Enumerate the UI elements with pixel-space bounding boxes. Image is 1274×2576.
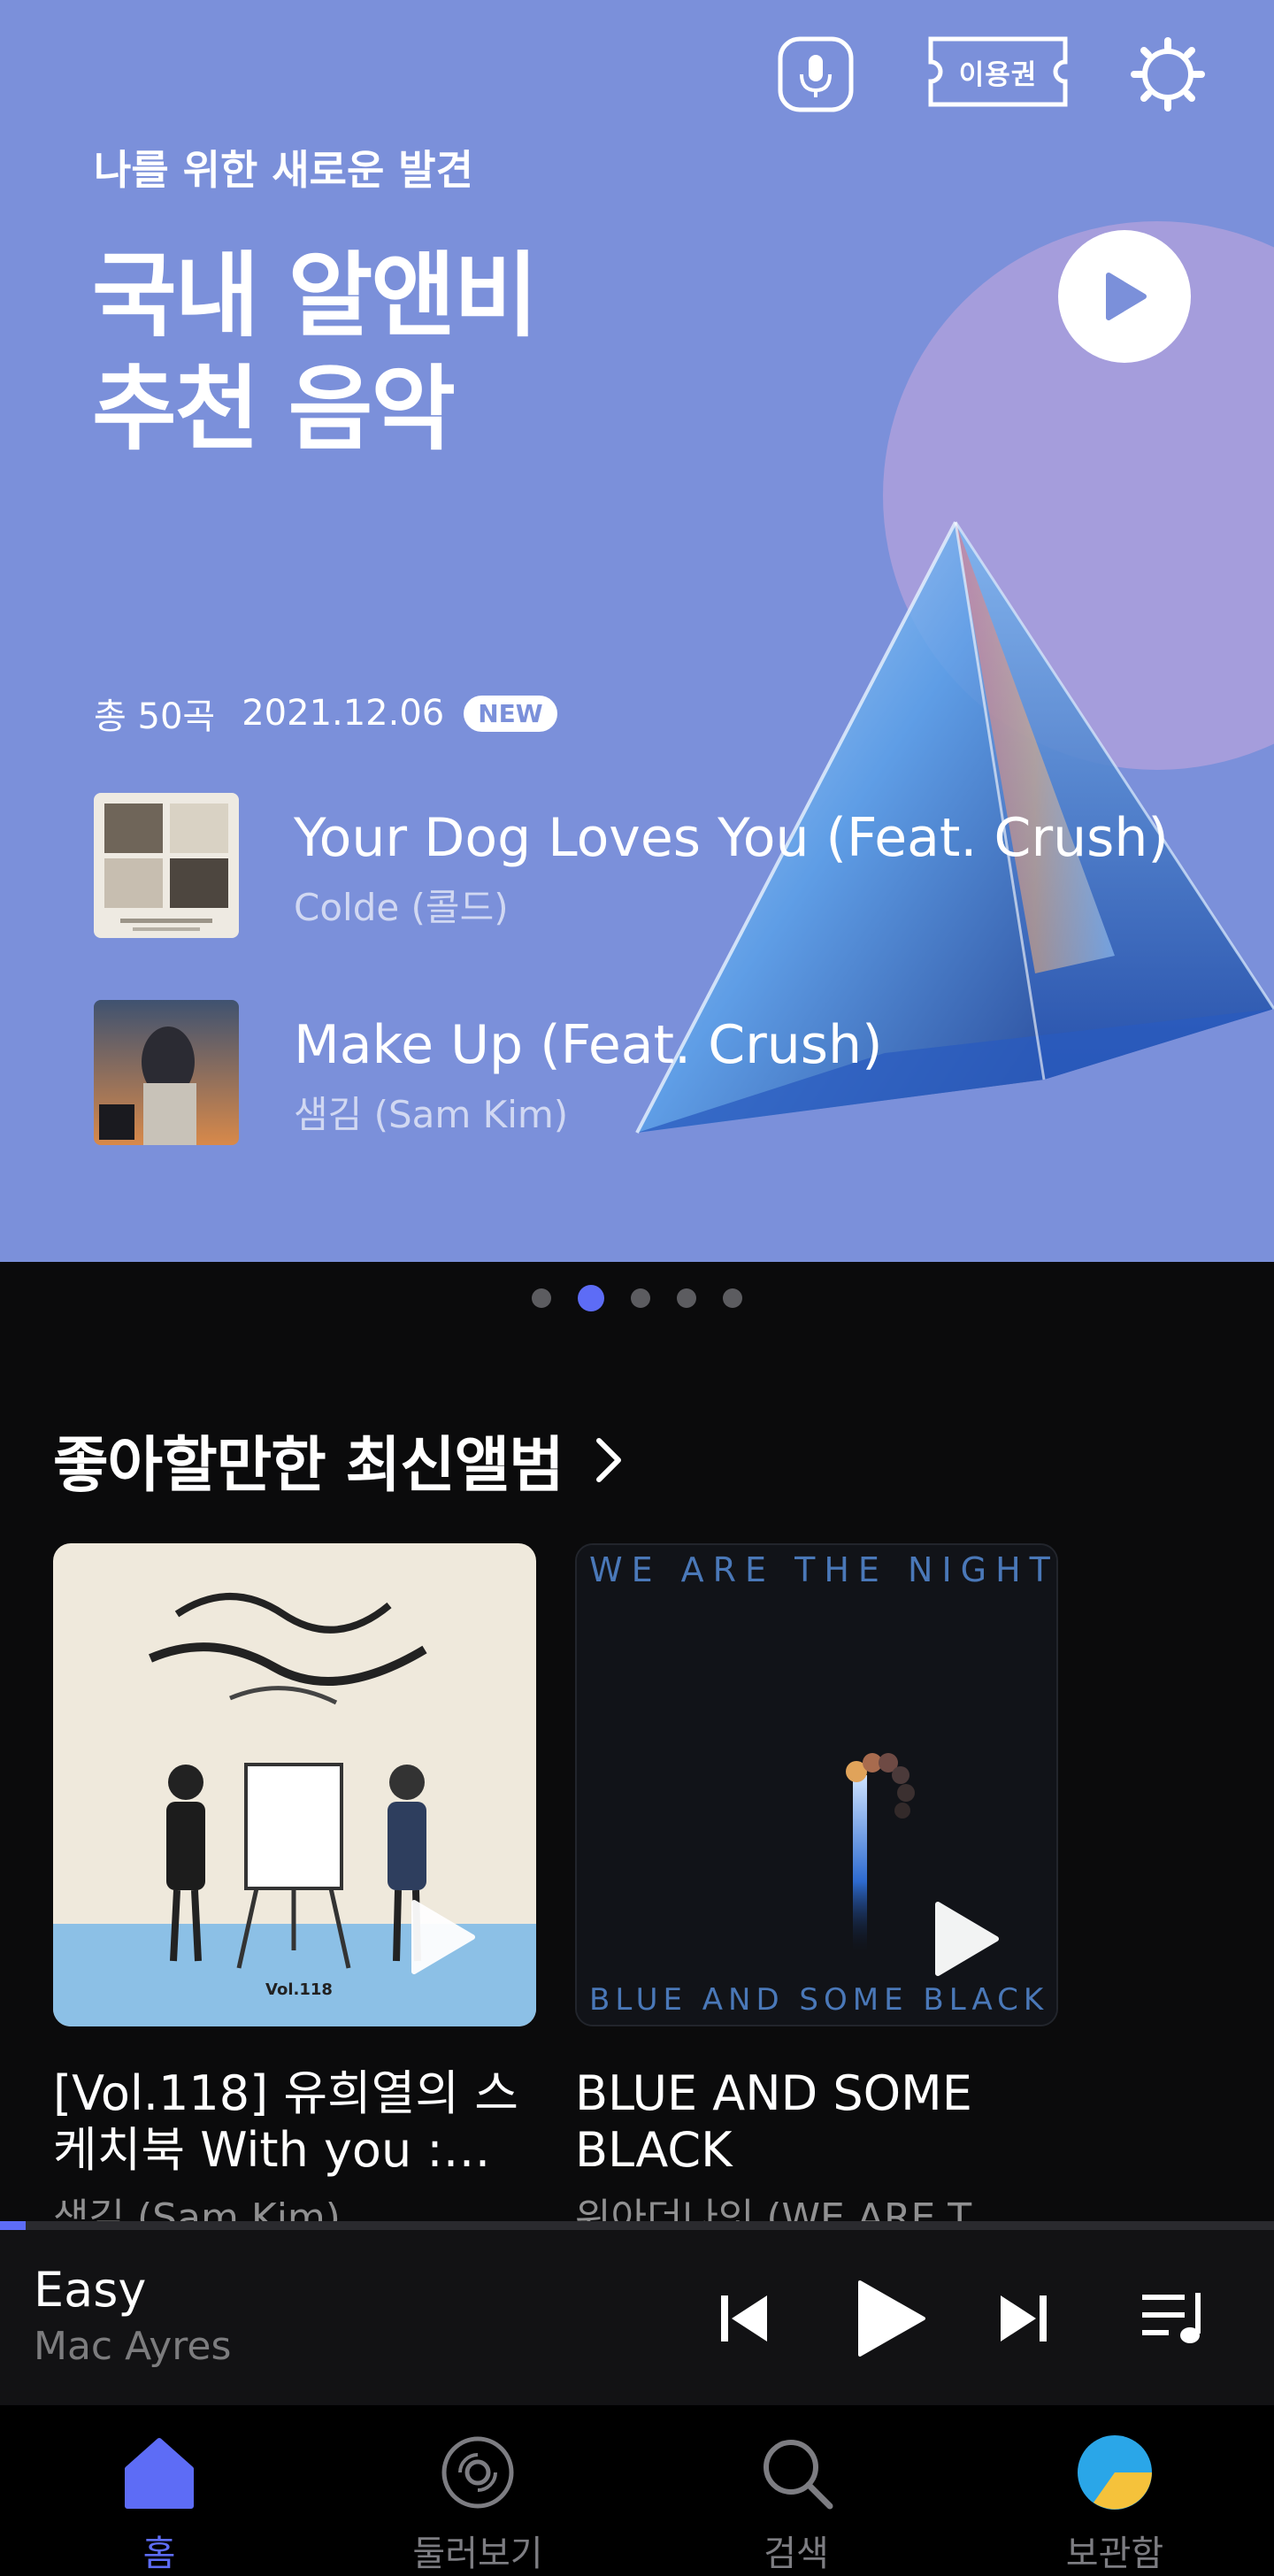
hero-title-line1: 국내 알앤비 bbox=[92, 242, 539, 350]
track-album-art bbox=[94, 1000, 239, 1145]
skip-back-icon bbox=[721, 2295, 767, 2341]
now-playing-artist: Mac Ayres bbox=[34, 2324, 232, 2369]
hero-play-button[interactable] bbox=[1058, 230, 1191, 363]
bottom-tab-bar: 홈 둘러보기 검색 보관함 bbox=[0, 2405, 1274, 2576]
album-cover: WE ARE THE NIGHT BLUE AND SOME BLACK bbox=[575, 1543, 1058, 2026]
ticket-label: 이용권 bbox=[958, 58, 1038, 91]
carousel-dot[interactable] bbox=[723, 1288, 742, 1308]
playback-progress-bar[interactable] bbox=[0, 2221, 1274, 2230]
track-artist: Colde (콜드) bbox=[294, 886, 509, 929]
tab-label: 보관함 bbox=[1065, 2534, 1164, 2574]
tab-home[interactable]: 홈 bbox=[0, 2405, 318, 2576]
library-icon bbox=[1072, 2430, 1157, 2514]
playlist-meta: 총 50곡 2021.12.06 NEW bbox=[94, 688, 557, 738]
album-cover: Vol.118 bbox=[53, 1543, 536, 2026]
track-artist: 샘김 (Sam Kim) bbox=[294, 1093, 569, 1136]
carousel-pagination bbox=[0, 1285, 1274, 1311]
new-albums-header[interactable]: 좋아할만한 최신앨범 bbox=[53, 1416, 625, 1503]
gear-icon bbox=[1131, 37, 1205, 111]
album-title: [Vol.118] 유희열의 스케치북 With you :… bbox=[53, 2065, 518, 2178]
microphone-icon bbox=[778, 36, 854, 112]
hero-title: 국내 알앤비 추천 음악 bbox=[92, 239, 539, 465]
hero-subtitle: 나를 위한 새로운 발견 bbox=[94, 146, 473, 194]
album-title: BLUE AND SOME BLACK bbox=[575, 2065, 972, 2178]
playlist-date: 2021.12.06 bbox=[242, 693, 445, 734]
carousel-dot[interactable] bbox=[677, 1288, 696, 1308]
track-album-art bbox=[94, 793, 239, 938]
subscription-ticket-button[interactable]: 이용권 bbox=[927, 35, 1069, 108]
section-title: 좋아할만한 최신앨범 bbox=[53, 1431, 564, 1501]
track-row[interactable]: Your Dog Loves You (Feat. Crush) Colde (… bbox=[94, 793, 1244, 938]
search-icon bbox=[754, 2430, 839, 2514]
skip-forward-icon bbox=[1001, 2295, 1047, 2341]
album-play-icon[interactable] bbox=[931, 1899, 1002, 1979]
next-button[interactable] bbox=[993, 2274, 1055, 2363]
tab-label: 둘러보기 bbox=[412, 2534, 543, 2574]
carousel-dot[interactable] bbox=[631, 1288, 650, 1308]
play-button[interactable] bbox=[846, 2274, 934, 2363]
now-playing-title: Easy bbox=[34, 2262, 147, 2318]
hero-title-line2: 추천 음악 bbox=[92, 355, 456, 463]
carousel-dot-active[interactable] bbox=[578, 1285, 604, 1311]
app-root: 이용권 나를 위한 새로운 발견 국내 알앤비 추천 음악 총 50곡 2021… bbox=[0, 0, 1274, 2576]
track-title: Make Up (Feat. Crush) bbox=[294, 1014, 883, 1076]
tab-label: 홈 bbox=[142, 2534, 176, 2574]
playlist-button[interactable] bbox=[1136, 2274, 1216, 2363]
disc-icon bbox=[435, 2430, 520, 2514]
track-count: 총 50곡 bbox=[94, 696, 216, 737]
album-card[interactable]: Vol.118 [Vol.118] 유희열의 스케치북 With you :… … bbox=[53, 1543, 536, 2242]
chevron-right-icon bbox=[595, 1437, 621, 1482]
album-card[interactable]: WE ARE THE NIGHT BLUE AND SOME BLACK BLU… bbox=[575, 1543, 1058, 2242]
tab-browse[interactable]: 둘러보기 bbox=[318, 2405, 637, 2576]
tab-library[interactable]: 보관함 bbox=[956, 2405, 1274, 2576]
tab-label: 검색 bbox=[764, 2534, 829, 2574]
tab-search[interactable]: 검색 bbox=[637, 2405, 956, 2576]
voice-search-button[interactable] bbox=[777, 35, 855, 113]
settings-button[interactable] bbox=[1129, 35, 1207, 113]
album-play-icon[interactable] bbox=[407, 1897, 478, 1977]
playback-progress-fill bbox=[0, 2221, 26, 2230]
track-title: Your Dog Loves You (Feat. Crush) bbox=[294, 807, 1169, 869]
play-icon bbox=[1106, 273, 1147, 320]
home-icon bbox=[117, 2430, 202, 2514]
queue-music-icon bbox=[1142, 2293, 1201, 2343]
track-row[interactable]: Make Up (Feat. Crush) 샘김 (Sam Kim) bbox=[94, 1000, 1244, 1145]
album-cover-bottom-text: BLUE AND SOME BLACK bbox=[589, 1982, 1049, 2018]
carousel-dot[interactable] bbox=[532, 1288, 551, 1308]
hero-banner[interactable]: 이용권 나를 위한 새로운 발견 국내 알앤비 추천 음악 총 50곡 2021… bbox=[0, 0, 1274, 1262]
new-badge: NEW bbox=[464, 695, 557, 732]
play-icon bbox=[858, 2280, 925, 2357]
hero-top-actions: 이용권 bbox=[743, 35, 1274, 113]
mini-player[interactable]: Easy Mac Ayres bbox=[0, 2221, 1274, 2405]
previous-button[interactable] bbox=[713, 2274, 775, 2363]
album-cover-top-text: WE ARE THE NIGHT bbox=[589, 1550, 1058, 1589]
album-cover-volume: Vol.118 bbox=[265, 1980, 333, 1999]
